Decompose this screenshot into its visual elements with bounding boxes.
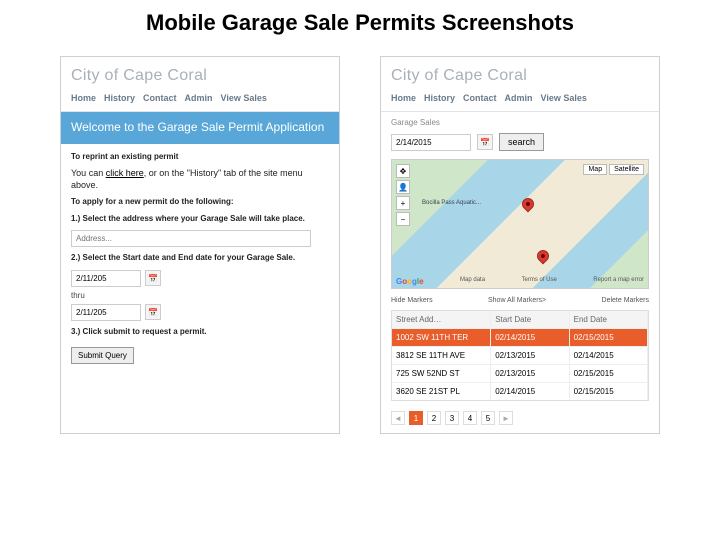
submit-button[interactable]: Submit Query bbox=[71, 347, 134, 364]
map-zoom-in-icon[interactable]: + bbox=[396, 196, 410, 210]
cell-end: 02/15/2015 bbox=[570, 365, 648, 382]
col-start-date[interactable]: Start Date bbox=[491, 311, 569, 328]
map-pin-icon[interactable] bbox=[520, 196, 537, 213]
col-end-date[interactable]: End Date bbox=[570, 311, 648, 328]
cell-end: 02/14/2015 bbox=[570, 347, 648, 364]
cell-address: 725 SW 52ND ST bbox=[392, 365, 491, 382]
google-logo: Google bbox=[396, 277, 424, 286]
map[interactable]: Map Satellite ✥ 👤 + − Bocilla Pass Aquat… bbox=[391, 159, 649, 289]
show-all-markers-link[interactable]: Show All Markers> bbox=[488, 297, 546, 304]
reprint-heading: To reprint an existing permit bbox=[71, 152, 329, 162]
nav-view-sales[interactable]: View Sales bbox=[221, 93, 267, 103]
reprint-pre: You can bbox=[71, 168, 106, 178]
garage-sales-label: Garage Sales bbox=[381, 112, 659, 129]
page-3[interactable]: 3 bbox=[445, 411, 459, 425]
search-button[interactable]: search bbox=[499, 133, 544, 151]
map-type-satellite[interactable]: Satellite bbox=[609, 164, 644, 175]
cell-start: 02/13/2015 bbox=[491, 347, 569, 364]
map-terms-link[interactable]: Terms of Use bbox=[522, 277, 557, 286]
nav-admin[interactable]: Admin bbox=[505, 93, 533, 103]
page-1[interactable]: 1 bbox=[409, 411, 423, 425]
map-data-label: Map data bbox=[460, 277, 485, 286]
cell-start: 02/14/2015 bbox=[491, 329, 569, 346]
nav-history[interactable]: History bbox=[424, 93, 455, 103]
page-title: Mobile Garage Sale Permits Screenshots bbox=[0, 0, 720, 56]
step-2: 2.) Select the Start date and End date f… bbox=[71, 253, 329, 263]
pagination: ◄ 1 2 3 4 5 ► bbox=[381, 407, 659, 433]
cell-address: 3812 SE 11TH AVE bbox=[392, 347, 491, 364]
cell-end: 02/15/2015 bbox=[570, 383, 648, 400]
nav-admin[interactable]: Admin bbox=[185, 93, 213, 103]
address-input[interactable] bbox=[71, 230, 311, 247]
map-streetview-icon[interactable]: 👤 bbox=[396, 180, 410, 194]
delete-markers-link[interactable]: Delete Markers bbox=[602, 297, 649, 304]
brand-title: City of Cape Coral bbox=[381, 57, 659, 89]
map-zoom-out-icon[interactable]: − bbox=[396, 212, 410, 226]
screenshot-welcome: City of Cape Coral Home History Contact … bbox=[60, 56, 340, 434]
screenshot-map-list: City of Cape Coral Home History Contact … bbox=[380, 56, 660, 434]
table-row[interactable]: 1002 SW 11TH TER 02/14/2015 02/15/2015 bbox=[392, 328, 648, 346]
cell-start: 02/13/2015 bbox=[491, 365, 569, 382]
screenshot-container: City of Cape Coral Home History Contact … bbox=[0, 56, 720, 434]
map-pin-icon[interactable] bbox=[535, 248, 552, 265]
calendar-icon[interactable]: 📅 bbox=[477, 134, 493, 150]
table-row[interactable]: 725 SW 52ND ST 02/13/2015 02/15/2015 bbox=[392, 364, 648, 382]
search-date-input[interactable] bbox=[391, 134, 471, 151]
nav-contact[interactable]: Contact bbox=[143, 93, 177, 103]
reprint-text: You can click here, or on the "History" … bbox=[71, 168, 329, 191]
end-date-input[interactable] bbox=[71, 304, 141, 321]
map-report-link[interactable]: Report a map error bbox=[593, 277, 644, 286]
step-3: 3.) Click submit to request a permit. bbox=[71, 327, 329, 337]
map-type-map[interactable]: Map bbox=[583, 164, 607, 175]
table-header: Street Add… Start Date End Date bbox=[392, 311, 648, 328]
cell-address: 3620 SE 21ST PL bbox=[392, 383, 491, 400]
col-address[interactable]: Street Add… bbox=[392, 311, 491, 328]
calendar-icon[interactable]: 📅 bbox=[145, 304, 161, 320]
calendar-icon[interactable]: 📅 bbox=[145, 270, 161, 286]
apply-heading: To apply for a new permit do the followi… bbox=[71, 197, 329, 207]
map-label: Bocilla Pass Aquatic... bbox=[422, 200, 481, 206]
cell-end: 02/15/2015 bbox=[570, 329, 648, 346]
map-pan-icon[interactable]: ✥ bbox=[396, 164, 410, 178]
table-row[interactable]: 3620 SE 21ST PL 02/14/2015 02/15/2015 bbox=[392, 382, 648, 400]
page-prev[interactable]: ◄ bbox=[391, 411, 405, 425]
brand-title: City of Cape Coral bbox=[61, 57, 339, 89]
hide-markers-link[interactable]: Hide Markers bbox=[391, 297, 433, 304]
table-row[interactable]: 3812 SE 11TH AVE 02/13/2015 02/14/2015 bbox=[392, 346, 648, 364]
nav-home[interactable]: Home bbox=[391, 93, 416, 103]
thru-label: thru bbox=[71, 291, 329, 300]
page-5[interactable]: 5 bbox=[481, 411, 495, 425]
nav-view-sales[interactable]: View Sales bbox=[541, 93, 587, 103]
nav-history[interactable]: History bbox=[104, 93, 135, 103]
nav-bar: Home History Contact Admin View Sales bbox=[61, 89, 339, 112]
cell-address: 1002 SW 11TH TER bbox=[392, 329, 491, 346]
page-4[interactable]: 4 bbox=[463, 411, 477, 425]
start-date-input[interactable] bbox=[71, 270, 141, 287]
welcome-banner: Welcome to the Garage Sale Permit Applic… bbox=[61, 112, 339, 144]
page-next[interactable]: ► bbox=[499, 411, 513, 425]
cell-start: 02/14/2015 bbox=[491, 383, 569, 400]
sales-table: Street Add… Start Date End Date 1002 SW … bbox=[391, 310, 649, 401]
nav-contact[interactable]: Contact bbox=[463, 93, 497, 103]
step-1: 1.) Select the address where your Garage… bbox=[71, 214, 329, 224]
nav-home[interactable]: Home bbox=[71, 93, 96, 103]
nav-bar: Home History Contact Admin View Sales bbox=[381, 89, 659, 112]
page-2[interactable]: 2 bbox=[427, 411, 441, 425]
click-here-link[interactable]: click here bbox=[106, 168, 144, 178]
